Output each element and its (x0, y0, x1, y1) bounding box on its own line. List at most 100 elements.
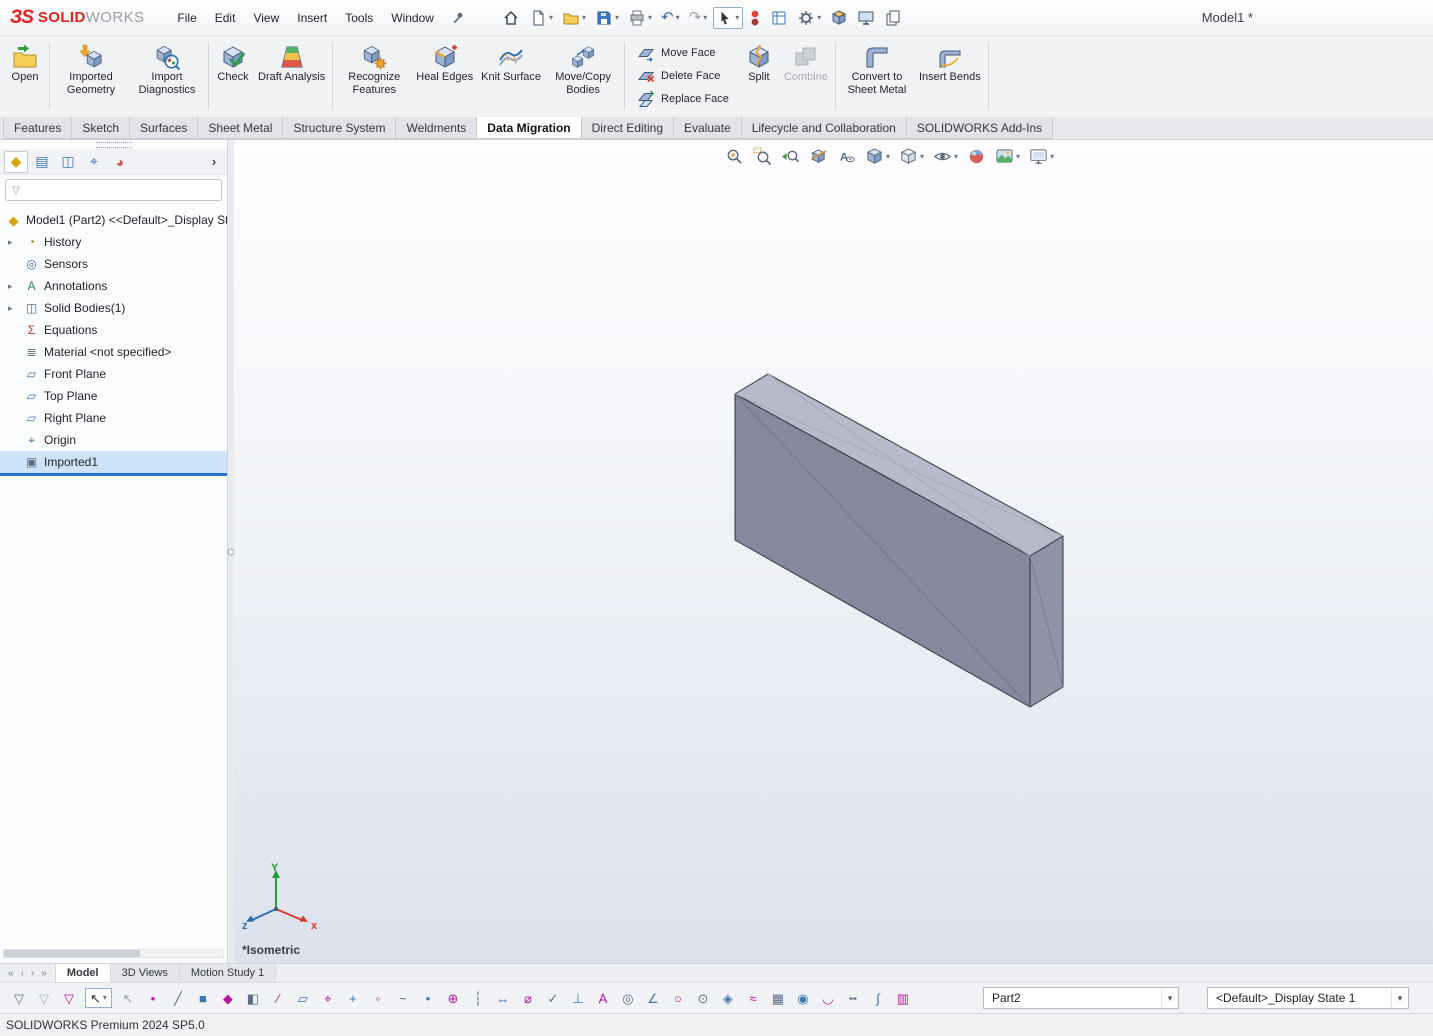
apply-scene-button[interactable] (994, 146, 1021, 167)
tree-item-imported1[interactable]: ▣ Imported1 (0, 451, 227, 473)
display-state-combobox[interactable]: <Default>_Display State 1 (1207, 987, 1409, 1009)
convert-to-sheet-metal-button[interactable]: Convert to Sheet Metal (839, 39, 915, 113)
graphics-viewport[interactable]: A (234, 140, 1433, 963)
redo-button[interactable]: ↷ (686, 7, 711, 28)
part-name-combobox[interactable]: Part2 (983, 987, 1179, 1009)
selection-filters-toggle-icon[interactable]: ▽ (10, 988, 28, 1008)
tab-solidworks-add-ins[interactable]: SOLIDWORKS Add-Ins (906, 117, 1053, 139)
filter-balloons-icon[interactable]: ○ (669, 988, 687, 1008)
tab-3d-views[interactable]: 3D Views (111, 964, 180, 982)
check-button[interactable]: Check (212, 39, 254, 113)
tree-item-front-plane[interactable]: ▱ Front Plane (0, 363, 227, 385)
filter-reference-curves-icon[interactable]: ∫ (869, 988, 887, 1008)
home-button[interactable] (499, 6, 523, 30)
heal-edges-button[interactable]: Heal Edges (412, 39, 477, 113)
select-button[interactable] (713, 7, 743, 29)
filter-axes-icon[interactable]: ∕ (269, 988, 287, 1008)
panel-flyout-chevron-icon[interactable]: › (205, 154, 223, 169)
propertymanager-tab[interactable]: ▤ (30, 151, 54, 173)
tab-lifecycle-and-collaboration[interactable]: Lifecycle and Collaboration (741, 117, 907, 139)
zoom-to-area-button[interactable] (752, 146, 773, 167)
rollback-bar[interactable] (0, 473, 227, 476)
insert-bends-button[interactable]: Insert Bends (915, 39, 985, 113)
tree-item-right-plane[interactable]: ▱ Right Plane (0, 407, 227, 429)
filter-geometric-tolerances-icon[interactable]: ⊥ (569, 988, 587, 1008)
pack-and-go-button[interactable] (881, 6, 905, 30)
lasso-select-icon[interactable]: ↖ (119, 988, 137, 1008)
imported-geometry-button[interactable]: Imported Geometry (53, 39, 129, 113)
split-button[interactable]: Split (738, 39, 780, 113)
menu-file[interactable]: File (168, 7, 205, 29)
filter-origins-icon[interactable]: ⌖ (319, 988, 337, 1008)
tab-direct-editing[interactable]: Direct Editing (581, 117, 674, 139)
filter-dimensions-icon[interactable]: ↔ (494, 988, 512, 1008)
filter-hole-callouts-icon[interactable]: ⌀ (519, 988, 537, 1008)
filter-construction-geometry-icon[interactable]: ╍ (844, 988, 862, 1008)
menu-view[interactable]: View (244, 7, 288, 29)
clear-all-filters-icon[interactable]: ▽ (35, 988, 53, 1008)
filter-solid-bodies-icon[interactable]: ◧ (244, 988, 262, 1008)
view-orientation-button[interactable] (864, 146, 891, 167)
tab-weldments[interactable]: Weldments (395, 117, 477, 139)
tab-structure-system[interactable]: Structure System (282, 117, 396, 139)
panel-horizontal-scrollbar[interactable] (3, 949, 224, 958)
open-ribbon-button[interactable]: Open (4, 39, 46, 113)
expand-arrow-icon[interactable] (8, 281, 18, 292)
expand-arrow-icon[interactable] (8, 237, 18, 248)
tab-scroll-prev-button[interactable]: ‹ (19, 968, 26, 979)
configurationmanager-tab[interactable]: ◫ (56, 151, 80, 173)
dimxpertmanager-tab[interactable]: ⌖ (82, 151, 106, 173)
scrollbar-thumb[interactable] (4, 950, 140, 957)
filter-centerlines-icon[interactable]: ┆ (469, 988, 487, 1008)
dynamic-annotation-views-button[interactable]: A (836, 146, 857, 167)
menu-tools[interactable]: Tools (336, 7, 382, 29)
tree-filter-input[interactable] (25, 183, 215, 197)
filter-connection-points-icon[interactable]: ⊙ (694, 988, 712, 1008)
filter-weld-beads-icon[interactable]: ◡ (819, 988, 837, 1008)
filter-tables-icon[interactable]: ▥ (894, 988, 912, 1008)
zoom-to-fit-button[interactable] (724, 146, 745, 167)
share-screen-button[interactable] (854, 6, 878, 30)
new-document-button[interactable] (526, 6, 556, 30)
expand-arrow-icon[interactable] (8, 303, 18, 314)
view-settings-button[interactable] (1028, 146, 1055, 167)
combo-caret-icon[interactable] (1161, 988, 1178, 1008)
filter-notes-icon[interactable]: A (594, 988, 612, 1008)
filter-coordinate-systems-icon[interactable]: + (344, 988, 362, 1008)
filter-datum-targets-icon[interactable]: ◎ (619, 988, 637, 1008)
tab-sheet-metal[interactable]: Sheet Metal (197, 117, 283, 139)
tab-scroll-last-button[interactable]: » (39, 968, 49, 979)
filter-cosmetic-threads-icon[interactable]: ≈ (744, 988, 762, 1008)
move-copy-bodies-button[interactable]: Move/Copy Bodies (545, 39, 621, 113)
import-diagnostics-button[interactable]: Import Diagnostics (129, 39, 205, 113)
displaymanager-tab[interactable]: ◕ (108, 151, 132, 173)
menu-insert[interactable]: Insert (288, 7, 336, 29)
previous-view-button[interactable] (780, 146, 801, 167)
tab-data-migration[interactable]: Data Migration (476, 117, 581, 139)
tab-scroll-next-button[interactable]: › (29, 968, 36, 979)
select-all-filters-icon[interactable]: ▽ (60, 988, 78, 1008)
filter-weld-symbols-icon[interactable]: ∠ (644, 988, 662, 1008)
tree-item-annotations[interactable]: A Annotations (0, 275, 227, 297)
recognize-features-button[interactable]: Recognize Features (336, 39, 412, 113)
tree-item-history[interactable]: ◔ History (0, 231, 227, 253)
file-properties-button[interactable] (767, 6, 791, 30)
filter-surface-finish-icon[interactable]: ✓ (544, 988, 562, 1008)
solidworks-resources-button[interactable] (827, 6, 851, 30)
filter-planes-icon[interactable]: ▱ (294, 988, 312, 1008)
tab-scroll-first-button[interactable]: « (6, 968, 16, 979)
select-tool[interactable]: ↖ (85, 988, 112, 1008)
tab-model[interactable]: Model (55, 964, 111, 982)
panel-splitter-handle[interactable] (0, 140, 227, 149)
pushpin-icon[interactable] (451, 11, 465, 25)
tree-item-equations[interactable]: Σ Equations (0, 319, 227, 341)
menu-window[interactable]: Window (382, 7, 443, 29)
filter-routing-points-icon[interactable]: ◈ (719, 988, 737, 1008)
filter-vertices-icon[interactable]: • (144, 988, 162, 1008)
tab-evaluate[interactable]: Evaluate (673, 117, 742, 139)
draft-analysis-button[interactable]: Draft Analysis (254, 39, 329, 113)
tab-surfaces[interactable]: Surfaces (129, 117, 198, 139)
rebuild-button[interactable] (746, 6, 764, 30)
tree-item-top-plane[interactable]: ▱ Top Plane (0, 385, 227, 407)
undo-button[interactable]: ↶ (658, 7, 683, 28)
